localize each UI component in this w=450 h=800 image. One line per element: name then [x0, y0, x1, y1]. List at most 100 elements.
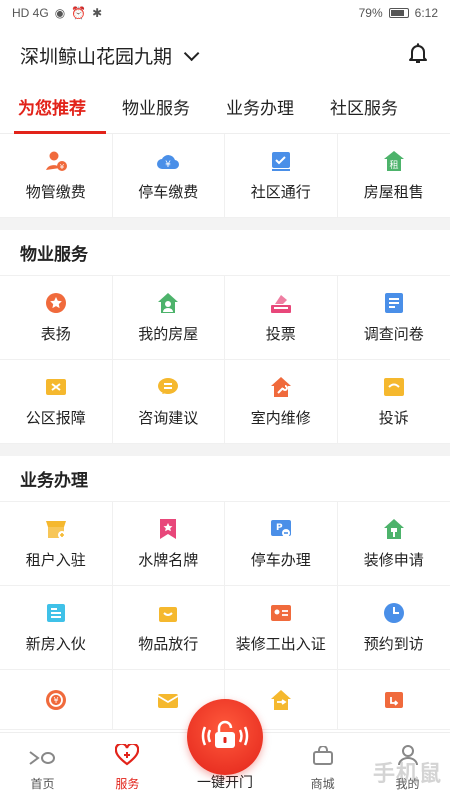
chevron-down-icon	[183, 45, 200, 61]
house-user-icon	[156, 291, 180, 315]
grid-item[interactable]: 咨询建议	[112, 360, 225, 444]
house-wrench-icon	[269, 375, 293, 399]
nav-open-door[interactable]: 一键开门	[170, 699, 280, 800]
section-title-property: 物业服务	[0, 230, 450, 276]
grid-item[interactable]: 装修工出入证	[225, 586, 338, 670]
property-service-grid: 表扬 我的房屋 投票 调查问卷公区报障 咨询建议 室内维修 投诉	[0, 276, 450, 444]
nav-home[interactable]: 首页	[0, 733, 85, 800]
eye-icon: ◉	[54, 6, 66, 20]
svg-text:¥: ¥	[53, 696, 58, 705]
cloud-yen-icon: ¥	[156, 149, 180, 173]
home-icon	[28, 750, 56, 769]
transfer-icon	[269, 688, 293, 712]
grid-item[interactable]: 预约到访	[337, 586, 450, 670]
tab-community[interactable]: 社区服务	[330, 84, 398, 134]
grid-item[interactable]: 社区通行	[225, 134, 338, 218]
grid-item-label: 房屋租售	[363, 184, 424, 201]
grid-item[interactable]: ¥ 停车缴费	[112, 134, 225, 218]
battery-percent: 79%	[358, 6, 383, 20]
grid-item-label: 装修工出入证	[235, 636, 326, 653]
nav-mall-label: 商城	[310, 777, 335, 791]
grid-item-label: 社区通行	[250, 184, 311, 201]
grid-item-label: 预约到访	[363, 636, 424, 653]
tab-recommend[interactable]: 为您推荐	[14, 84, 106, 134]
id-card-icon	[269, 601, 293, 625]
grid-item[interactable]: 投票	[225, 276, 338, 360]
nav-home-label: 首页	[30, 777, 55, 791]
grid-item-label: 投票	[265, 326, 296, 343]
grid-item-label: 室内维修	[250, 410, 311, 427]
bell-icon[interactable]	[406, 41, 430, 70]
business-grid: 租户入驻 水牌名牌 P 停车办理 装修申请新房入伙 物品放行 装修工出入证 预约到访	[0, 502, 450, 670]
unlock-icon	[200, 719, 250, 756]
grid-item[interactable]: 室内维修	[225, 360, 338, 444]
bag-icon	[156, 601, 180, 625]
coin-icon: ¥	[44, 688, 68, 712]
grid-item-label: 我的房屋	[138, 326, 199, 343]
section-divider	[0, 444, 450, 456]
watermark-logo: 手机鼠	[372, 761, 442, 786]
mail-icon	[156, 688, 180, 712]
status-right: 79% 6:12	[359, 6, 438, 20]
tab-business[interactable]: 业务办理	[226, 84, 294, 134]
grid-item[interactable]: 调查问卷	[337, 276, 450, 360]
parking-icon: P	[269, 517, 293, 541]
battery-icon	[388, 8, 409, 18]
grid-item[interactable]: 我的房屋	[112, 276, 225, 360]
bluetooth-icon: ✱	[92, 6, 103, 20]
svg-text:租: 租	[389, 160, 398, 171]
community-selector[interactable]: 深圳鲸山花园九期	[20, 42, 200, 69]
nav-mall[interactable]: 商城	[280, 733, 365, 800]
survey-icon	[382, 291, 406, 315]
tab-property-service[interactable]: 物业服务	[122, 84, 190, 134]
vote-box-icon	[269, 291, 293, 315]
grid-item[interactable]: 投诉	[337, 360, 450, 444]
section-title-business: 业务办理	[0, 456, 450, 502]
grid-item[interactable]: 表扬	[0, 276, 113, 360]
grid-item[interactable]: 公区报障	[0, 360, 113, 444]
svg-text:¥: ¥	[60, 163, 65, 171]
grid-item-label: 物管缴费	[25, 184, 86, 201]
grid-item-label: 停车办理	[250, 552, 311, 569]
heart-service-icon	[115, 742, 140, 769]
grid-item[interactable]: 物品放行	[112, 586, 225, 670]
clock-time: 6:12	[414, 6, 438, 20]
repair-ticket-icon	[44, 375, 68, 399]
house-rent-icon: 租	[382, 149, 406, 173]
open-door-button[interactable]	[187, 699, 263, 775]
grid-item[interactable]	[337, 670, 450, 730]
grid-item[interactable]: 装修申请	[337, 502, 450, 586]
grid-item-label: 调查问卷	[363, 326, 424, 343]
community-name: 深圳鲸山花园九期	[20, 46, 173, 68]
section-divider	[0, 218, 450, 230]
document-icon	[44, 601, 68, 625]
grid-item[interactable]: 租户入驻	[0, 502, 113, 586]
user-yen-icon: ¥	[44, 149, 68, 173]
grid-item-label: 停车缴费	[138, 184, 199, 201]
category-tabs: 为您推荐 物业服务 业务办理 社区服务	[0, 84, 450, 134]
grid-item[interactable]: 新房入伙	[0, 586, 113, 670]
grid-item[interactable]: 水牌名牌	[112, 502, 225, 586]
grid-item[interactable]: ¥	[0, 670, 113, 730]
grid-item-label: 装修申请	[363, 552, 424, 569]
paint-house-icon	[382, 517, 406, 541]
exit-icon	[382, 688, 406, 712]
grid-item[interactable]: ¥ 物管缴费	[0, 134, 113, 218]
grid-item[interactable]: 租房屋租售	[337, 134, 450, 218]
status-left: HD 4G ◉ ⏰ ✱	[12, 6, 102, 20]
grid-item-label: 咨询建议	[138, 410, 199, 427]
clock-icon	[382, 601, 406, 625]
mall-icon	[311, 745, 335, 769]
grid-item[interactable]: P 停车办理	[225, 502, 338, 586]
grid-item-label: 新房入伙	[25, 636, 86, 653]
app-header: 深圳鲸山花园九期	[0, 26, 450, 84]
complaint-icon	[382, 375, 406, 399]
grid-item-label: 公区报障	[25, 410, 86, 427]
nav-open-door-label: 一键开门	[197, 774, 253, 790]
nav-service-label: 服务	[115, 777, 140, 791]
grid-item-label: 水牌名牌	[138, 552, 199, 569]
svg-text:¥: ¥	[165, 160, 171, 170]
grid-item-label: 投诉	[378, 410, 409, 427]
nav-service[interactable]: 服务	[85, 733, 170, 800]
svg-text:P: P	[276, 523, 283, 533]
